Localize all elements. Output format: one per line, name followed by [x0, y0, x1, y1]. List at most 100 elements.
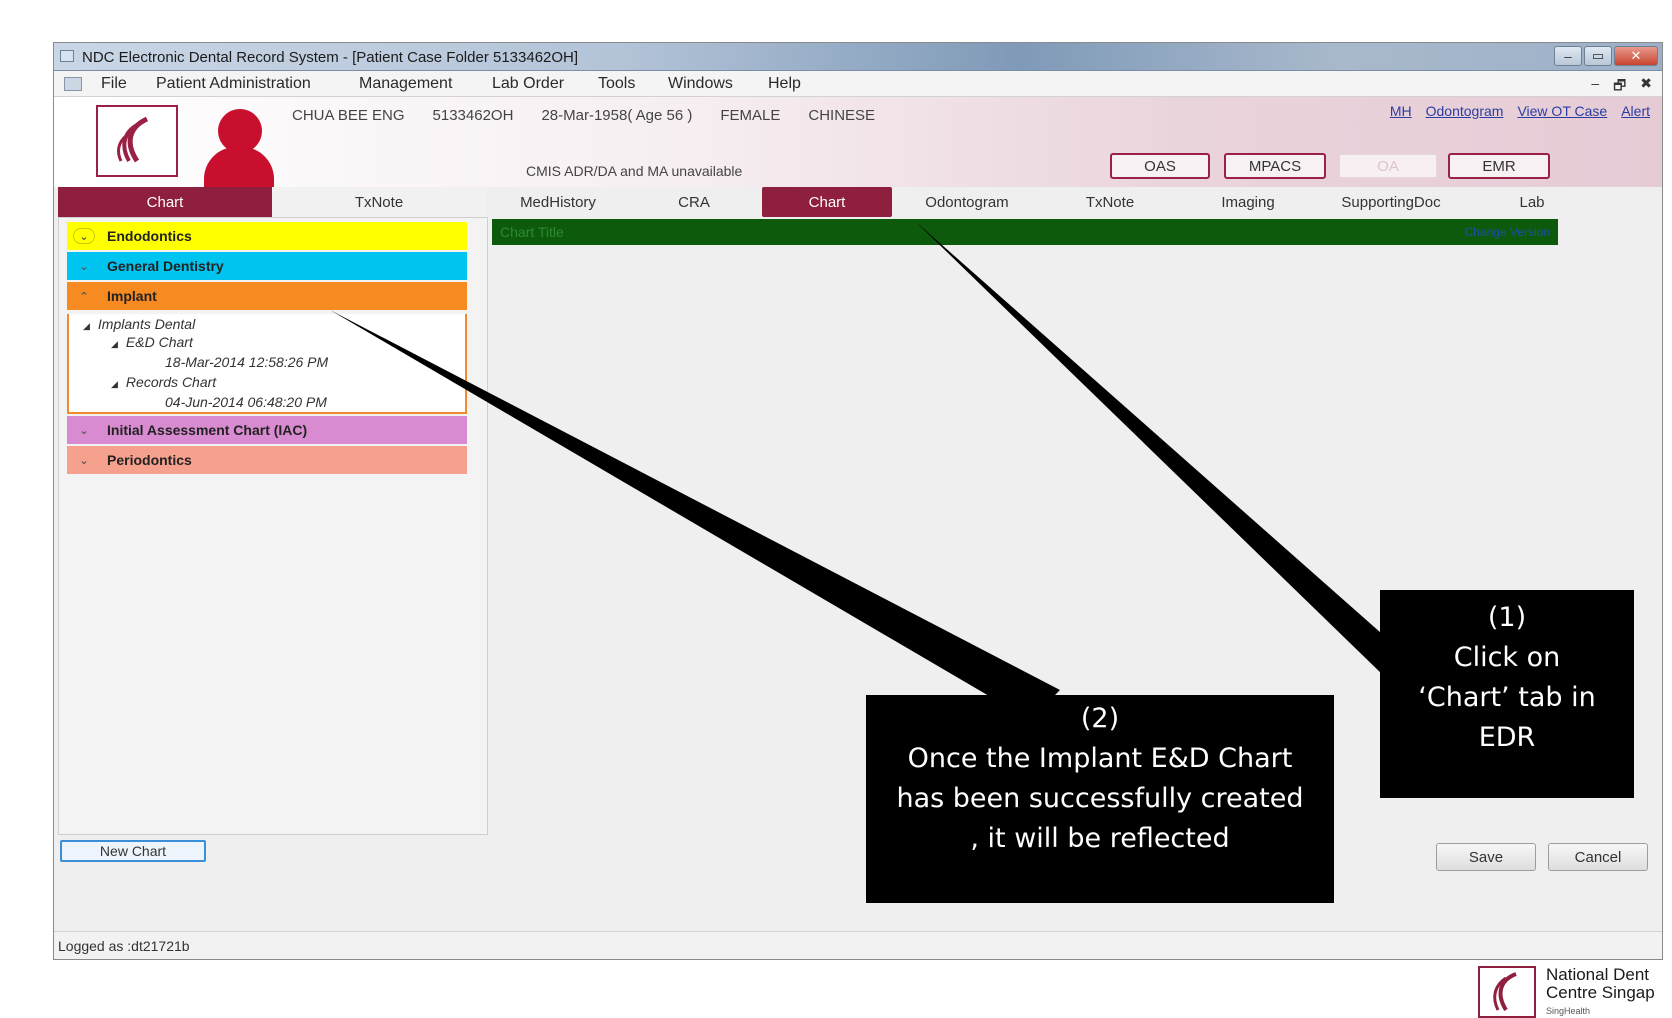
menu-file[interactable]: File: [101, 75, 127, 93]
callout-2-line: , it will be reflected: [970, 823, 1230, 854]
patient-name: CHUA BEE ENG: [292, 107, 405, 124]
group-label: General Dentistry: [107, 258, 224, 274]
cancel-button[interactable]: Cancel: [1548, 843, 1648, 871]
maximize-button[interactable]: ▭: [1584, 46, 1612, 66]
header-links: MH Odontogram View OT Case Alert: [1390, 103, 1650, 119]
tab-lab[interactable]: Lab: [1464, 187, 1600, 217]
edr-window: NDC Electronic Dental Record System - [P…: [53, 42, 1663, 960]
callout-1-line: Click on: [1453, 642, 1561, 673]
tree-node-ed-chart-date[interactable]: 18-Mar-2014 12:58:26 PM: [165, 354, 328, 370]
ndc-logo-line2: Centre Singap: [1546, 983, 1655, 1002]
tab-medhistory[interactable]: MedHistory: [490, 187, 626, 217]
tree-node-records-chart-date[interactable]: 04-Jun-2014 06:48:20 PM: [165, 394, 327, 410]
chart-title: Chart Title: [500, 224, 564, 240]
expand-triangle-icon: ◢: [83, 321, 90, 331]
stage: NDC Electronic Dental Record System - [P…: [0, 0, 1672, 1018]
menu-windows[interactable]: Windows: [668, 75, 733, 93]
tab-left-chart[interactable]: Chart: [58, 187, 272, 217]
menu-tools[interactable]: Tools: [598, 75, 635, 93]
callout-2-line: (2): [1080, 703, 1120, 734]
group-implant[interactable]: ⌃ Implant: [67, 282, 467, 310]
group-label: Periodontics: [107, 452, 192, 468]
group-iac[interactable]: ⌄ Initial Assessment Chart (IAC): [67, 416, 467, 444]
tree-label: Records Chart: [125, 374, 217, 390]
link-odontogram[interactable]: Odontogram: [1426, 103, 1504, 119]
callout-1-line: EDR: [1478, 722, 1536, 753]
group-label: Endodontics: [107, 228, 192, 244]
mdi-controls: – 🗗 ✖: [1591, 75, 1652, 99]
ndc-logo-line3: SingHealth: [1546, 1006, 1591, 1016]
patient-race: CHINESE: [808, 107, 876, 124]
ndc-logo-line1: National Dent: [1546, 965, 1650, 984]
patient-info: CHUA BEE ENG 5133462OH 28-Mar-1958( Age …: [292, 107, 875, 124]
mdi-document-icon: [64, 77, 82, 91]
menu-management[interactable]: Management: [359, 75, 452, 93]
link-alert[interactable]: Alert: [1621, 103, 1650, 119]
group-general-dentistry[interactable]: ⌄ General Dentistry: [67, 252, 467, 280]
main-tab-strip: MedHistory CRA Chart Odontogram TxNote I…: [490, 187, 1658, 217]
tree-label: E&D Chart: [125, 334, 193, 350]
mdi-restore-button[interactable]: 🗗: [1613, 75, 1626, 99]
callout-1-line: ‘Chart’ tab in: [1418, 682, 1596, 713]
callout-2-line: Once the Implant E&D Chart: [907, 743, 1293, 774]
mpacs-button[interactable]: MPACS: [1224, 153, 1326, 179]
group-endodontics[interactable]: ⌄ Endodontics: [67, 222, 467, 250]
group-label: Initial Assessment Chart (IAC): [107, 422, 308, 438]
close-button[interactable]: ✕: [1614, 46, 1658, 66]
chevron-down-icon: ⌄: [73, 228, 95, 244]
minimize-button[interactable]: –: [1554, 46, 1582, 66]
expand-triangle-icon: ◢: [111, 379, 118, 389]
new-chart-button[interactable]: New Chart: [60, 840, 206, 862]
chart-list-panel: ⌄ Endodontics ⌄ General Dentistry ⌃ Impl…: [58, 217, 488, 835]
tab-left-txnote[interactable]: TxNote: [272, 187, 486, 217]
national-dental-centre-logo: National Dent Centre Singap SingHealth: [1476, 962, 1672, 1018]
mdi-close-button[interactable]: ✖: [1640, 75, 1652, 99]
menu-lab-order[interactable]: Lab Order: [492, 75, 564, 93]
mdi-minimize-button[interactable]: –: [1591, 75, 1599, 99]
chevron-down-icon: ⌄: [79, 424, 89, 437]
window-controls: – ▭ ✕: [1554, 46, 1658, 66]
tab-txnote[interactable]: TxNote: [1042, 187, 1178, 217]
patient-avatar-icon: [204, 109, 274, 187]
tree-node-ed-chart[interactable]: ◢ E&D Chart: [111, 334, 193, 350]
patient-dob-age: 28-Mar-1958( Age 56 ): [541, 107, 693, 124]
oas-button[interactable]: OAS: [1110, 153, 1210, 179]
menu-bar: File Patient Administration Management L…: [54, 71, 1662, 97]
tab-cra[interactable]: CRA: [626, 187, 762, 217]
ndc-mark-icon: [1478, 966, 1536, 1018]
patient-header: CHUA BEE ENG 5133462OH 28-Mar-1958( Age …: [54, 97, 1662, 187]
chevron-down-icon: ⌄: [79, 454, 89, 467]
link-mh[interactable]: MH: [1390, 103, 1412, 119]
menu-help[interactable]: Help: [768, 75, 801, 93]
tab-supportingdoc[interactable]: SupportingDoc: [1318, 187, 1464, 217]
ndc-logo-text: National Dent Centre Singap: [1546, 966, 1655, 1002]
patient-id: 5133462OH: [432, 107, 514, 124]
menu-patient-administration[interactable]: Patient Administration: [156, 75, 311, 93]
chevron-down-icon: ⌄: [79, 260, 89, 273]
patient-sex: FEMALE: [720, 107, 781, 124]
tree-node-implants-dental[interactable]: ◢ Implants Dental: [83, 316, 195, 332]
cmis-notice: CMIS ADR/DA and MA unavailable: [526, 163, 743, 179]
tree-node-records-chart[interactable]: ◢ Records Chart: [111, 374, 216, 390]
emr-button[interactable]: EMR: [1448, 153, 1550, 179]
group-label: Implant: [107, 288, 157, 304]
group-periodontics[interactable]: ⌄ Periodontics: [67, 446, 467, 474]
save-button[interactable]: Save: [1436, 843, 1536, 871]
change-version-link[interactable]: Change Version: [1465, 225, 1550, 239]
callout-1-line: (1): [1487, 602, 1527, 633]
chart-title-bar: Chart Title Change Version: [492, 219, 1558, 245]
callout-step-2: (2) Once the Implant E&D Chart has been …: [866, 695, 1334, 903]
tab-odontogram[interactable]: Odontogram: [892, 187, 1042, 217]
status-bar: Logged as :dt21721b: [54, 931, 1662, 959]
implant-tree: ◢ Implants Dental ◢ E&D Chart 18-Mar-2014 …: [67, 314, 467, 414]
tree-label: Implants Dental: [97, 316, 196, 332]
expand-triangle-icon: ◢: [111, 339, 118, 349]
tab-imaging[interactable]: Imaging: [1178, 187, 1318, 217]
left-tab-strip: Chart TxNote: [58, 187, 486, 217]
callout-step-1: (1) Click on ‘Chart’ tab in EDR: [1380, 590, 1634, 798]
callout-2-line: has been successfully created: [896, 783, 1304, 814]
tab-chart[interactable]: Chart: [762, 187, 892, 217]
link-view-ot-case[interactable]: View OT Case: [1517, 103, 1607, 119]
logged-in-user: Logged as :dt21721b: [58, 937, 190, 954]
title-bar: NDC Electronic Dental Record System - [P…: [54, 43, 1662, 71]
